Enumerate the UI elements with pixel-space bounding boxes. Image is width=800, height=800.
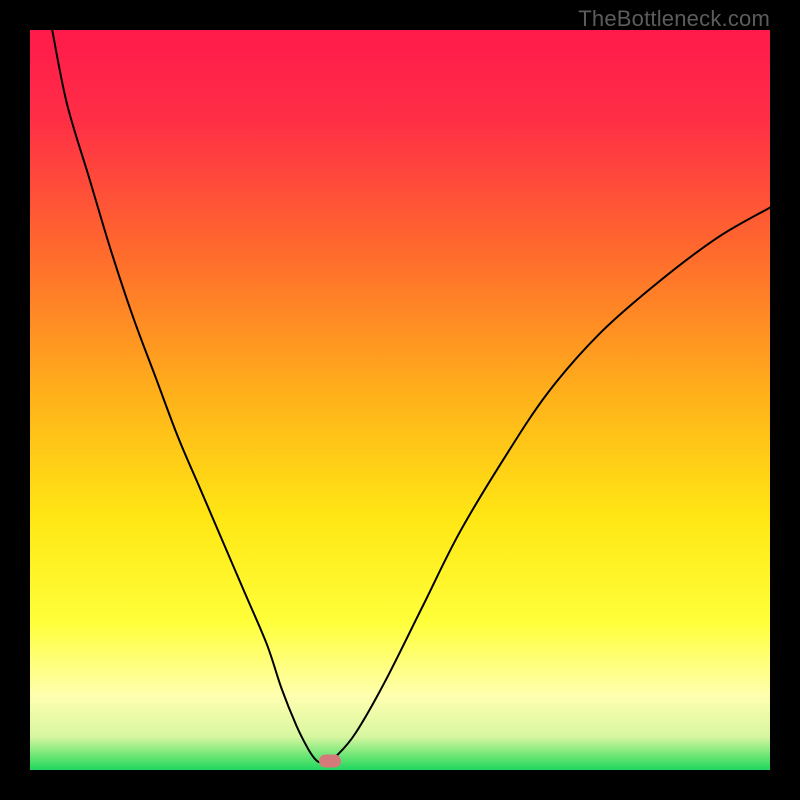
- watermark-text: TheBottleneck.com: [578, 6, 770, 32]
- curve-layer: [30, 30, 770, 770]
- bottleneck-curve: [52, 30, 770, 763]
- optimal-point-marker: [319, 755, 341, 768]
- plot-area: [30, 30, 770, 770]
- chart-frame: TheBottleneck.com: [0, 0, 800, 800]
